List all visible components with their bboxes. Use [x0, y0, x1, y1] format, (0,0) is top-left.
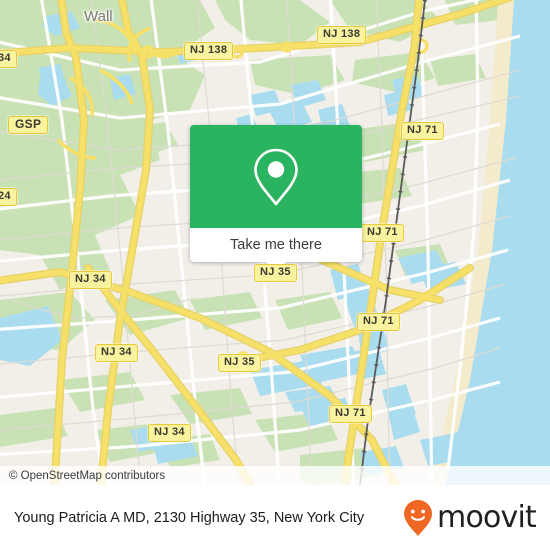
- road-shield-34: 34: [0, 50, 17, 68]
- road-shield-nj71-c: NJ 71: [357, 313, 400, 331]
- osm-attribution-text: © OpenStreetMap contributors: [9, 469, 166, 482]
- road-shield-nj71-d: NJ 71: [329, 405, 372, 423]
- map-attribution-bar: © OpenStreetMap contributors: [0, 466, 550, 485]
- location-title: Young Patricia A MD, 2130 Highway 35, Ne…: [14, 509, 365, 526]
- map-pin-icon: [254, 148, 298, 205]
- map-canvas[interactable]: Wall NJ 138 NJ 138 34 GSP 24 NJ 71 NJ 71…: [0, 0, 550, 485]
- road-shield-nj35-a: NJ 35: [218, 354, 261, 372]
- footer-bar: Young Patricia A MD, 2130 Highway 35, Ne…: [0, 485, 550, 550]
- moovit-logo[interactable]: moovit: [403, 499, 537, 537]
- moovit-wordmark: moovit: [437, 500, 537, 535]
- road-shield-nj34-c: NJ 34: [148, 424, 191, 442]
- moovit-smiley-pin-icon: [404, 499, 433, 536]
- road-shield-nj138-a: NJ 138: [184, 42, 234, 60]
- road-shield-nj34-b: NJ 34: [95, 344, 138, 362]
- road-shield-nj71-b: NJ 71: [361, 224, 404, 242]
- road-shield-24: 24: [0, 188, 17, 206]
- place-label-wall: Wall: [84, 8, 113, 25]
- card-image-area: [190, 125, 362, 228]
- take-me-there-label: Take me there: [230, 237, 322, 253]
- destination-card[interactable]: Take me there: [190, 125, 362, 272]
- road-shield-nj34-a: NJ 34: [69, 271, 112, 289]
- road-shield-gsp: GSP: [8, 116, 49, 134]
- road-shield-nj138-b: NJ 138: [317, 26, 367, 44]
- moovit-map-screenshot: Wall NJ 138 NJ 138 34 GSP 24 NJ 71 NJ 71…: [0, 0, 550, 550]
- road-shield-nj35-b: NJ 35: [254, 264, 297, 282]
- take-me-there-button[interactable]: Take me there: [190, 228, 362, 262]
- road-shield-nj71-a: NJ 71: [401, 122, 444, 140]
